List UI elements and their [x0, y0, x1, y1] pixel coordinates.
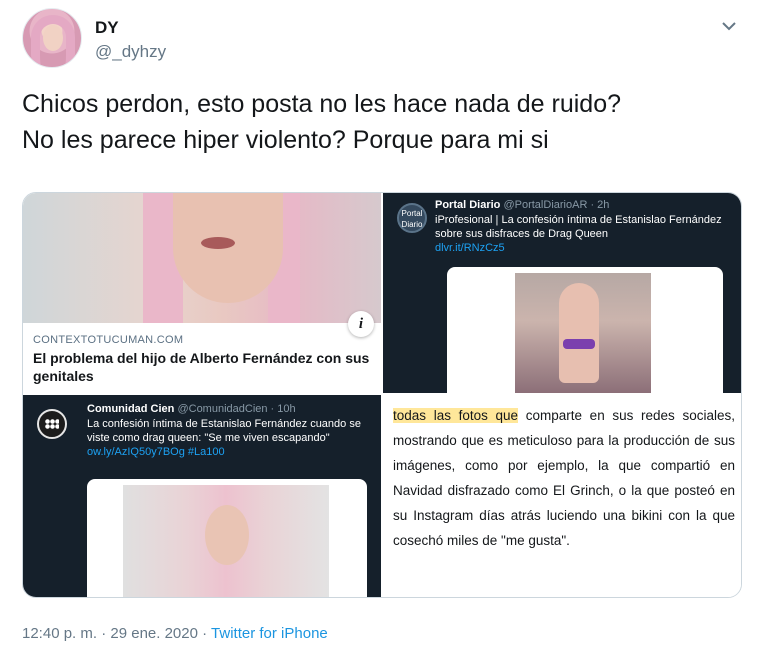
photo-lips — [201, 237, 235, 249]
author-name[interactable]: DY — [95, 18, 119, 38]
article-source: CONTEXTOTUCUMAN.COM — [33, 334, 184, 346]
photo-face — [205, 505, 249, 565]
embedded-photo — [123, 485, 329, 597]
timestamp[interactable]: 12:40 p. m. · 29 ene. 2020 · — [22, 625, 211, 642]
tweet-line: No les parece hiper violento? Porque par… — [22, 126, 549, 154]
photo-bikini — [563, 339, 595, 349]
avatar-face — [43, 25, 63, 51]
embedded-tweet-header: Portal Diario @PortalDiarioAR · 2h — [435, 199, 609, 211]
article-excerpt: todas las fotos que comparte en sus rede… — [393, 403, 735, 553]
embedded-tweet-body: iProfesional | La confesión íntima de Es… — [435, 213, 725, 255]
info-icon[interactable]: i — [348, 311, 374, 337]
embedded-author-name: Comunidad Cien — [87, 403, 175, 415]
embedded-tweet-text: La confesión íntima de Estanislao Fernán… — [87, 418, 361, 444]
embedded-tweet-header: Comunidad Cien @ComunidadCien · 10h — [87, 403, 296, 415]
author-handle[interactable]: @_dyhzy — [95, 42, 166, 62]
media-panel-comunidad-cien[interactable]: Comunidad Cien @ComunidadCien · 10h La c… — [23, 395, 381, 597]
media-grid[interactable]: i CONTEXTOTUCUMAN.COM El problema del hi… — [22, 192, 742, 598]
embedded-photo — [515, 273, 651, 393]
excerpt-text: comparte en sus redes sociales, mostrand… — [393, 408, 735, 548]
media-panel-portal-diario[interactable]: Portal Diario Portal Diario @PortalDiari… — [383, 193, 741, 393]
chevron-down-icon[interactable] — [718, 16, 740, 38]
embedded-tweet-text: iProfesional | La confesión íntima de Es… — [435, 214, 722, 240]
media-panel-article-excerpt[interactable]: todas las fotos que comparte en sus rede… — [383, 395, 741, 597]
tweet-text: Chicos perdon, esto posta no les hace na… — [22, 86, 742, 158]
embedded-tweet-link: ow.ly/AzIQ50y7BOg #La100 — [87, 446, 225, 458]
embedded-author-handle: @PortalDiarioAR · 2h — [503, 199, 610, 211]
tweet-footer: 12:40 p. m. · 29 ene. 2020 · Twitter for… — [22, 625, 328, 642]
article-photo — [23, 193, 381, 323]
tweet: DY @_dyhzy Chicos perdon, esto posta no … — [0, 0, 767, 659]
avatar[interactable] — [22, 8, 82, 68]
comunidad-cien-logo — [37, 409, 67, 439]
embedded-tweet-body: La confesión íntima de Estanislao Fernán… — [87, 417, 367, 459]
embedded-author-handle: @ComunidadCien · 10h — [177, 403, 296, 415]
embedded-image — [447, 267, 723, 393]
photo-figure — [559, 283, 599, 383]
highlighted-text: todas las fotos que — [393, 408, 519, 423]
source-link[interactable]: Twitter for iPhone — [211, 625, 328, 642]
embedded-tweet-link: dlvr.it/RNzCz5 — [435, 242, 505, 254]
embedded-author-name: Portal Diario — [435, 199, 501, 211]
photo-face — [173, 193, 283, 303]
portal-diario-logo: Portal Diario — [397, 203, 427, 233]
embedded-image — [87, 479, 367, 597]
article-headline: El problema del hijo de Alberto Fernánde… — [33, 350, 370, 384]
media-panel-article[interactable]: i CONTEXTOTUCUMAN.COM El problema del hi… — [23, 193, 381, 393]
tweet-line: Chicos perdon, esto posta no les hace na… — [22, 90, 622, 118]
